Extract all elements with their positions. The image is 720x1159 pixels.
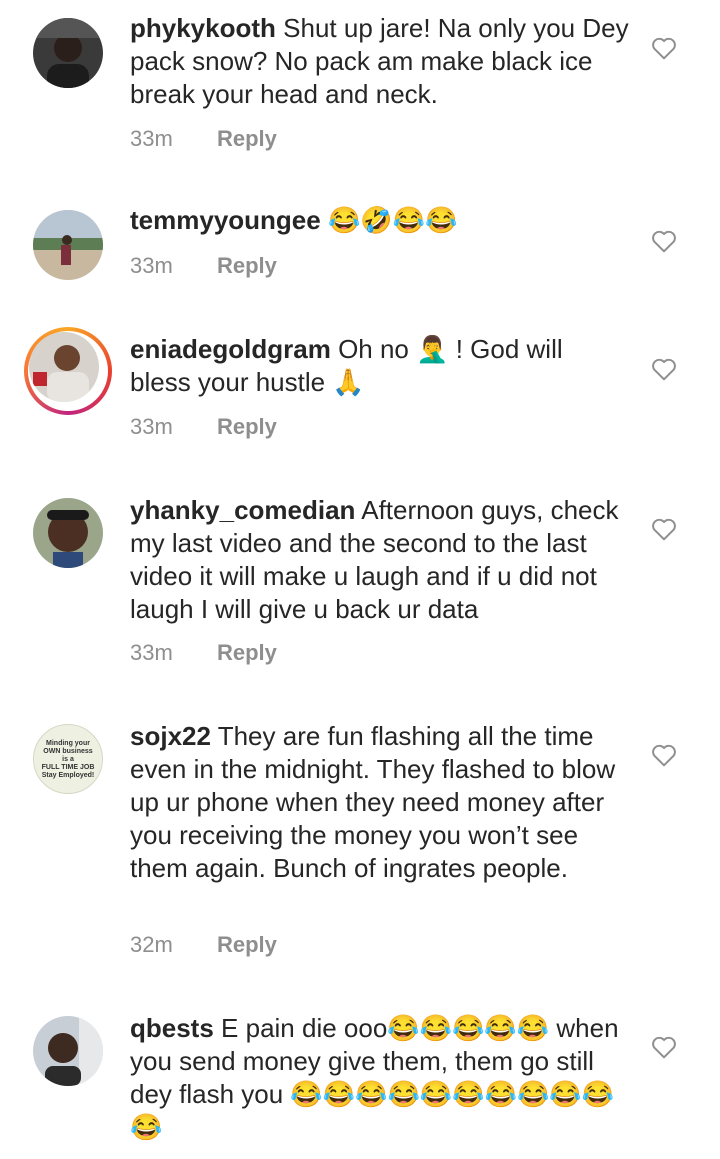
- avatar-caption: FULL TIME JOB: [41, 764, 95, 771]
- comment-meta: 33m Reply: [130, 253, 277, 279]
- username[interactable]: sojx22: [130, 721, 211, 751]
- timestamp: 33m: [130, 126, 173, 151]
- comment-text: eniadegoldgram Oh no 🤦‍♂️ ! God will ble…: [130, 333, 630, 399]
- avatar[interactable]: Minding your OWN business is a FULL TIME…: [33, 724, 103, 794]
- timestamp: 33m: [130, 253, 173, 278]
- comment-meta: 33m Reply: [130, 126, 277, 152]
- username[interactable]: temmyyoungee: [130, 205, 321, 235]
- comment-meta: 33m Reply: [130, 640, 277, 666]
- avatar-caption: Stay Employed!: [41, 772, 95, 779]
- username[interactable]: eniadegoldgram: [130, 334, 331, 364]
- avatar[interactable]: [33, 18, 103, 88]
- avatar-story-ring[interactable]: [24, 327, 112, 415]
- avatar-caption: Minding your: [46, 740, 90, 747]
- username[interactable]: yhanky_comedian: [130, 495, 355, 525]
- comment-text: phykykooth Shut up jare! Na only you Dey…: [130, 12, 630, 111]
- heart-outline-icon[interactable]: [651, 1035, 677, 1059]
- heart-outline-icon[interactable]: [651, 229, 677, 253]
- avatar[interactable]: [33, 1016, 103, 1086]
- timestamp: 33m: [130, 414, 173, 439]
- comment-body: 😂🤣😂😂: [327, 205, 458, 235]
- timestamp: 33m: [130, 640, 173, 665]
- username[interactable]: qbests: [130, 1013, 214, 1043]
- reply-button[interactable]: Reply: [217, 932, 277, 957]
- reply-button[interactable]: Reply: [217, 126, 277, 151]
- comment-text: yhanky_comedian Afternoon guys, check my…: [130, 494, 630, 626]
- avatar[interactable]: [33, 498, 103, 568]
- comment-text: sojx22 They are fun flashing all the tim…: [130, 720, 630, 885]
- heart-outline-icon[interactable]: [651, 357, 677, 381]
- comment-text: qbests E pain die ooo😂😂😂😂😂 when you send…: [130, 1012, 630, 1144]
- comment-meta: 32m Reply: [130, 932, 277, 958]
- heart-outline-icon[interactable]: [651, 36, 677, 60]
- heart-outline-icon[interactable]: [651, 743, 677, 767]
- timestamp: 32m: [130, 932, 173, 957]
- comment-meta: 33m Reply: [130, 414, 277, 440]
- heart-outline-icon[interactable]: [651, 517, 677, 541]
- avatar-caption: OWN business: [43, 748, 93, 755]
- avatar-caption: is a: [62, 756, 74, 763]
- avatar[interactable]: [33, 210, 103, 280]
- reply-button[interactable]: Reply: [217, 640, 277, 665]
- reply-button[interactable]: Reply: [217, 253, 277, 278]
- username[interactable]: phykykooth: [130, 13, 276, 43]
- comment-text: temmyyoungee 😂🤣😂😂: [130, 204, 630, 237]
- reply-button[interactable]: Reply: [217, 414, 277, 439]
